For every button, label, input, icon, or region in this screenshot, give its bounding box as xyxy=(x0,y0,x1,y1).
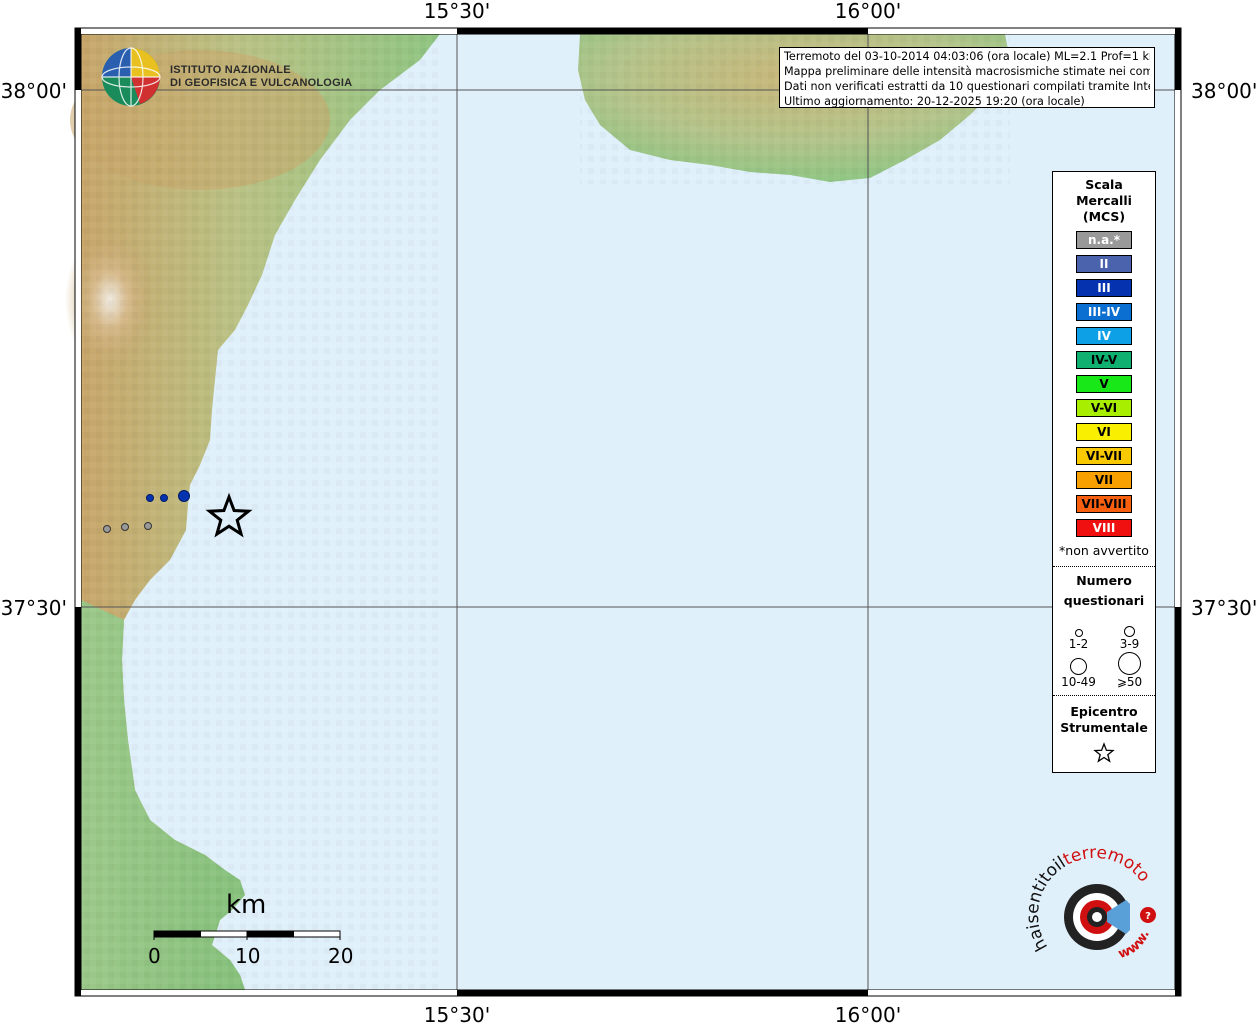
info-line-3: Dati non verificati estratti da 10 quest… xyxy=(784,80,1150,93)
legend-panel: Scala Mercalli (MCS) n.a.* II III III-IV IV I… xyxy=(1052,171,1156,773)
intensity-swatch-0: n.a.* xyxy=(1076,231,1132,249)
point-iii[interactable] xyxy=(160,494,168,502)
intensity-swatch-11: VII-VIII xyxy=(1076,495,1132,513)
questionari-title-line2: questionari xyxy=(1063,593,1145,608)
intensity-swatch-1: II xyxy=(1076,255,1132,273)
legend-title-line2: Mercalli xyxy=(1076,193,1132,208)
coord-right-upper: 38°00' xyxy=(1191,79,1256,103)
intensity-swatch-5: IV-V xyxy=(1076,351,1132,369)
ingv-logo-line1: ISTITUTO NAZIONALE xyxy=(170,64,291,76)
size-label: 10-49 xyxy=(1061,675,1096,689)
circle-xlarge-icon xyxy=(1118,652,1141,675)
scale-tick-0: 0 xyxy=(148,944,161,968)
intensity-scale: n.a.* II III III-IV IV IV-V V V-VI VI VI-VII VII VI… xyxy=(1053,231,1155,537)
epicentro-title: Epicentro Strumentale xyxy=(1053,704,1155,736)
legend-divider xyxy=(1053,566,1155,567)
info-line-1: Terremoto del 03-10-2014 04:03:06 (ora l… xyxy=(784,50,1150,63)
size-label: ⩾50 xyxy=(1116,675,1143,689)
scale-unit: km xyxy=(226,890,267,920)
point-iii[interactable] xyxy=(146,494,154,502)
size-3-9: 3-9 xyxy=(1104,613,1155,651)
ingv-logo-line2: DI GEOFISICA E VULCANOLOGIA xyxy=(170,77,353,89)
coord-bottom-right: 16°00' xyxy=(835,1003,901,1024)
intensity-swatch-3: III-IV xyxy=(1076,303,1132,321)
intensity-swatch-10: VII xyxy=(1076,471,1132,489)
circle-medium-icon xyxy=(1124,626,1135,637)
info-line-2: Mappa preliminare delle intensità macros… xyxy=(784,65,1150,78)
coord-left-upper: 38°00' xyxy=(1,79,67,103)
coord-bottom-left: 15°30' xyxy=(424,1003,490,1024)
coord-top-left: 15°30' xyxy=(424,0,490,23)
land-texture xyxy=(81,34,441,990)
intensity-swatch-8: VI xyxy=(1076,423,1132,441)
circle-large-icon xyxy=(1070,658,1087,675)
size-1-2: 1-2 xyxy=(1053,613,1104,651)
legend-title: Scala Mercalli (MCS) xyxy=(1053,177,1155,225)
epicentro-title-line2: Strumentale xyxy=(1060,720,1148,735)
questionari-title-line1: Numero xyxy=(1076,573,1132,588)
coord-top-right: 16°00' xyxy=(835,0,901,23)
scale-tick-20: 20 xyxy=(328,944,354,968)
coord-right-lower: 37°30' xyxy=(1191,596,1256,620)
questionari-title: Numero questionari xyxy=(1053,571,1155,611)
intensity-swatch-7: V-VI xyxy=(1076,399,1132,417)
intensity-swatch-4: IV xyxy=(1076,327,1132,345)
non-avvertito-note: *non avvertito xyxy=(1059,543,1149,558)
size-50-plus: ⩾50 xyxy=(1104,651,1155,689)
questionari-sizes: 1-2 3-9 10-49 ⩾50 xyxy=(1053,613,1155,689)
intensity-swatch-9: VI-VII xyxy=(1076,447,1132,465)
legend-title-line3: (MCS) xyxy=(1082,209,1126,224)
intensity-swatch-6: V xyxy=(1076,375,1132,393)
circle-small-icon xyxy=(1074,629,1083,637)
legend-divider xyxy=(1053,695,1155,696)
epicentro-title-line1: Epicentro xyxy=(1070,704,1138,719)
size-label: 1-2 xyxy=(1068,637,1089,651)
size-label: 3-9 xyxy=(1119,637,1140,651)
coord-left-lower: 37°30' xyxy=(1,596,67,620)
ingv-logo-text: ISTITUTO NAZIONALE DI GEOFISICA E VULCAN… xyxy=(170,64,352,90)
point-iii[interactable] xyxy=(178,490,190,502)
point-na[interactable] xyxy=(121,523,129,531)
scale-tick-10: 10 xyxy=(235,944,261,968)
intensity-swatch-2: III xyxy=(1076,279,1132,297)
size-10-49: 10-49 xyxy=(1053,651,1104,689)
info-line-4: Ultimo aggiornamento: 20-12-2025 19:20 (… xyxy=(784,95,1085,108)
ingv-globe-icon xyxy=(101,47,161,107)
point-na[interactable] xyxy=(103,525,111,533)
point-na[interactable] xyxy=(144,522,152,530)
earthquake-info-box: Terremoto del 03-10-2014 04:03:06 (ora l… xyxy=(779,47,1155,108)
star-icon xyxy=(1053,742,1155,768)
intensity-swatch-12: VIII xyxy=(1076,519,1132,537)
svg-text:?: ? xyxy=(1145,911,1151,922)
legend-title-line1: Scala xyxy=(1085,177,1123,192)
